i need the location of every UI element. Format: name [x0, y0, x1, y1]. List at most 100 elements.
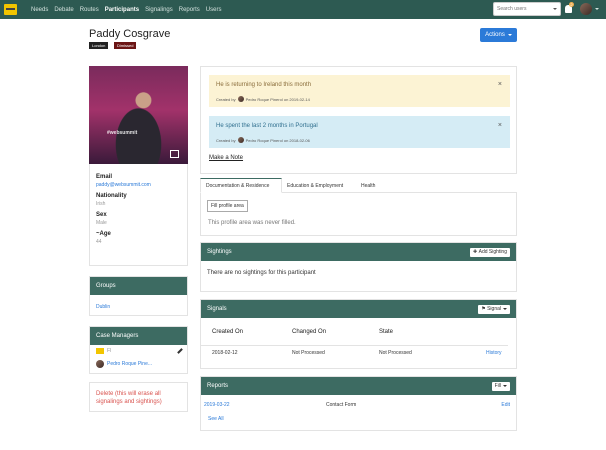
nav-participants[interactable]: Participants — [105, 7, 139, 13]
chevron-down-icon[interactable] — [595, 8, 599, 10]
note-date: on 2019-02-14 — [283, 96, 310, 102]
profile-details: Email paddy@websummit.com Nationality Ir… — [89, 164, 188, 266]
app-logo[interactable] — [4, 4, 17, 15]
report-form: Contact Form — [326, 402, 357, 408]
signals-header: Signals ⚑ Signal — [201, 300, 516, 318]
table-row: 2018-02-12 Not Processed Not Processed H… — [201, 345, 508, 360]
sightings-empty-text: There are no sightings for this particip… — [207, 270, 316, 276]
user-avatar[interactable] — [580, 3, 592, 15]
search-input[interactable] — [494, 3, 550, 15]
org-name: FI — [107, 348, 112, 354]
org-row: FI — [90, 345, 187, 357]
note-author: Pedro Roque Pinerol — [245, 96, 283, 102]
author-avatar — [237, 137, 244, 143]
tag-dimissed: Dimissed — [114, 42, 137, 49]
sightings-title: Sightings — [207, 249, 232, 255]
participant-photo: #websummit — [89, 66, 188, 164]
profile-tabs: Documentation & Residence Education & Em… — [200, 178, 517, 193]
add-sighting-button[interactable]: ✚ Add Sighting — [470, 247, 510, 257]
reports-header: Reports Fill — [201, 377, 516, 395]
top-navbar: Needs Debate Routes Participants Signali… — [0, 0, 606, 19]
nav-users[interactable]: Users — [206, 7, 222, 13]
notes-panel: He is returning to Ireland this month Cr… — [200, 66, 517, 174]
note-meta: Created by Pedro Roque Pinerol on 2019-0… — [216, 96, 310, 102]
fill-report-label: Fill — [494, 383, 501, 389]
note-created-prefix: Created by — [216, 96, 236, 102]
nav-routes[interactable]: Routes — [80, 7, 99, 13]
nationality-value: Irish — [96, 201, 106, 207]
empty-profile-text: This profile area was never filled. — [208, 220, 296, 226]
note-item: He spent the last 2 months in Portugal C… — [209, 116, 510, 148]
user-search[interactable] — [493, 2, 561, 16]
tab-documentation-residence[interactable]: Documentation & Residence — [200, 178, 282, 193]
photo-caption: #websummit — [107, 130, 138, 136]
signal-created: 2018-02-12 — [212, 350, 238, 356]
add-sighting-label: Add Sighting — [478, 249, 507, 255]
history-link[interactable]: History — [486, 350, 502, 356]
notification-badge: 2 — [569, 2, 574, 7]
col-changed-on: Changed On — [292, 328, 327, 335]
note-author: Pedro Roque Pinerol — [245, 137, 283, 143]
see-all-link[interactable]: See All — [201, 412, 516, 426]
tab-health[interactable]: Health — [356, 178, 386, 193]
groups-panel: Groups Dublin — [89, 276, 188, 316]
signal-state: Not Processed — [379, 350, 412, 356]
author-avatar — [237, 96, 244, 102]
nav-signalings[interactable]: Signalings — [145, 7, 173, 13]
note-text: He is returning to Ireland this month — [216, 82, 312, 88]
participant-name: Paddy Cosgrave — [89, 28, 171, 40]
sightings-header: Sightings ✚ Add Sighting — [201, 243, 516, 261]
chevron-down-icon — [503, 308, 507, 310]
main-nav: Needs Debate Routes Participants Signali… — [31, 0, 227, 19]
reports-panel: Reports Fill 2019-03-22 Contact Form Edi… — [200, 376, 517, 431]
signal-label: Signal — [487, 306, 501, 312]
sex-label: Sex — [96, 212, 107, 218]
signals-panel: Signals ⚑ Signal Created On Changed On S… — [200, 299, 517, 369]
signal-button[interactable]: ⚑ Signal — [478, 304, 510, 314]
sightings-panel: Sightings ✚ Add Sighting There are no si… — [200, 242, 517, 292]
actions-button[interactable]: Actions — [480, 28, 517, 42]
manager-avatar — [96, 360, 104, 368]
chevron-down-icon — [503, 385, 507, 387]
note-item: He is returning to Ireland this month Cr… — [209, 75, 510, 107]
expand-icon[interactable] — [170, 150, 179, 158]
delete-participant-link[interactable]: Delete (this will erase all signalings a… — [89, 382, 188, 412]
tag-london: London — [89, 42, 109, 49]
nav-reports[interactable]: Reports — [179, 7, 200, 13]
edit-link[interactable]: Edit — [501, 402, 510, 408]
note-date: on 2018-02-06 — [283, 137, 310, 143]
fill-report-button[interactable]: Fill — [491, 381, 510, 391]
note-created-prefix: Created by — [216, 137, 236, 143]
nav-needs[interactable]: Needs — [31, 7, 48, 13]
email-value[interactable]: paddy@websummit.com — [96, 182, 181, 188]
signals-table-header: Created On Changed On State — [201, 324, 516, 339]
age-label: ~Age — [96, 231, 111, 237]
org-logo-icon — [96, 348, 104, 354]
tab-education-employment[interactable]: Education & Employment — [282, 178, 356, 193]
tab-content: Fill profile area This profile area was … — [200, 193, 517, 236]
group-item[interactable]: Dublin — [90, 295, 187, 319]
nav-debate[interactable]: Debate — [54, 7, 73, 13]
age-value: 44 — [96, 239, 102, 245]
chevron-down-icon — [507, 34, 512, 36]
note-meta: Created by Pedro Roque Pinerol on 2018-0… — [216, 137, 310, 143]
reports-title: Reports — [207, 383, 229, 389]
close-icon[interactable]: × — [498, 81, 502, 88]
manager-row[interactable]: Pedro Roque Pine... — [90, 357, 187, 371]
table-row: 2019-03-22 Contact Form Edit — [201, 398, 516, 412]
sex-value: Male — [96, 220, 107, 226]
nationality-label: Nationality — [96, 193, 127, 199]
manager-name[interactable]: Pedro Roque Pine... — [107, 361, 152, 367]
actions-label: Actions — [485, 32, 505, 38]
fill-profile-button[interactable]: Fill profile area — [207, 200, 248, 212]
pencil-icon[interactable] — [177, 348, 183, 354]
make-note-link[interactable]: Make a Note — [209, 155, 243, 161]
col-state: State — [379, 328, 394, 335]
chevron-down-icon[interactable] — [553, 8, 557, 10]
groups-title: Groups — [90, 277, 187, 295]
report-date[interactable]: 2019-03-22 — [204, 402, 326, 408]
case-managers-panel: Case Managers FI Pedro Roque Pine... — [89, 326, 188, 374]
close-icon[interactable]: × — [498, 122, 502, 129]
signals-title: Signals — [207, 306, 227, 312]
note-text: He spent the last 2 months in Portugal — [216, 123, 318, 129]
